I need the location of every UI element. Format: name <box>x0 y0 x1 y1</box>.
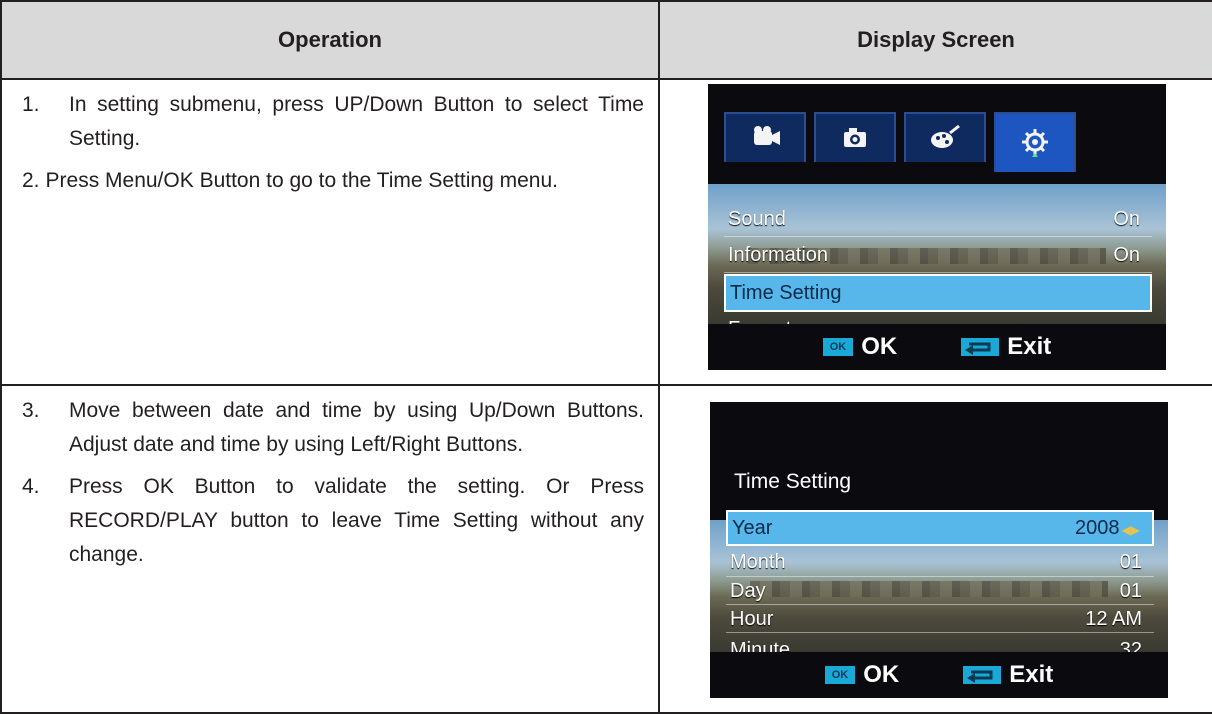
exit-hint: Exit <box>963 661 1053 689</box>
step-number: 4. <box>22 475 40 498</box>
settings-menu-screen: Sound On Information On Time Setting For… <box>708 84 1166 370</box>
time-row-year: Year 2008 ◀▶ <box>726 510 1154 546</box>
display-screen-header: Display Screen <box>658 0 1212 80</box>
time-row-value: 12 AM <box>1085 607 1142 630</box>
camera-mode-tab <box>814 112 896 162</box>
camera-icon <box>844 128 866 147</box>
header-row: Operation Display Screen <box>0 0 1212 80</box>
step-number: 1. <box>22 93 40 116</box>
return-icon <box>961 338 1000 356</box>
display-cell: Time Setting Year 2008 ◀▶ Month 01 Day 01… <box>658 384 1212 714</box>
ok-label: OK <box>861 333 898 360</box>
time-row-value: 01 <box>1119 550 1142 573</box>
time-setting-screen: Time Setting Year 2008 ◀▶ Month 01 Day 01… <box>710 402 1168 698</box>
step-item: 4. Press OK Button to validate the setti… <box>22 470 644 572</box>
ok-label: OK <box>863 661 900 688</box>
setting-tab <box>994 112 1076 172</box>
exit-hint: Exit <box>961 333 1051 361</box>
step-text: Move between date and time by using Up/D… <box>69 399 644 456</box>
time-row-label: Month <box>730 550 786 573</box>
time-row-month: Month 01 <box>726 548 1154 577</box>
movie-mode-tab <box>724 112 806 162</box>
gear-icon <box>1022 129 1048 157</box>
exit-label: Exit <box>1007 333 1052 360</box>
menu-tabs <box>724 112 1076 172</box>
table-row: 1. In setting submenu, press UP/Down But… <box>0 78 1212 386</box>
step-item: 2. Press Menu/OK Button to go to the Tim… <box>22 164 644 198</box>
screen-footer: OK OK Exit <box>708 324 1166 370</box>
menu-item-sound: Sound On <box>724 202 1152 237</box>
screen-footer: OK OK Exit <box>710 652 1168 698</box>
step-text: In setting submenu, press UP/Down Button… <box>69 93 644 150</box>
step-item: 3. Move between date and time by using U… <box>22 394 644 462</box>
instruction-table: Operation Display Screen 1. In setting s… <box>0 0 1212 714</box>
display-cell: Sound On Information On Time Setting For… <box>658 78 1212 386</box>
menu-item-label: Sound <box>728 207 786 230</box>
step-text: Press OK Button to validate the setting.… <box>69 475 644 566</box>
ok-button-icon: OK <box>822 338 854 356</box>
time-row-label: Hour <box>730 607 774 630</box>
time-row-label: Day <box>730 579 766 602</box>
step-number: 3. <box>22 399 40 422</box>
operation-cell: 3. Move between date and time by using U… <box>0 384 660 714</box>
menu-item-label: Time Setting <box>730 281 842 304</box>
table-row: 3. Move between date and time by using U… <box>0 384 1212 714</box>
menu-item-information: Information On <box>724 238 1152 273</box>
step-number: 2. <box>22 169 40 192</box>
menu-item-time-setting: Time Setting <box>724 274 1152 312</box>
step-item: 1. In setting submenu, press UP/Down But… <box>22 88 644 156</box>
ok-button-icon: OK <box>824 666 856 684</box>
time-row-value: 2008 <box>1075 516 1120 539</box>
screen-title: Time Setting <box>734 470 852 493</box>
ok-hint: OK OK <box>822 333 898 361</box>
movie-icon <box>754 126 780 145</box>
time-row-day: Day 01 <box>726 578 1154 605</box>
menu-item-label: Information <box>728 243 829 266</box>
menu-item-value: On <box>1113 207 1140 230</box>
time-row-label: Year <box>732 516 773 539</box>
operation-cell: 1. In setting submenu, press UP/Down But… <box>0 78 660 386</box>
time-row-value: 01 <box>1119 579 1142 602</box>
exit-label: Exit <box>1009 661 1054 688</box>
return-icon <box>963 666 1002 684</box>
effect-icon <box>931 124 960 148</box>
operation-header: Operation <box>0 0 660 80</box>
ok-hint: OK OK <box>824 661 900 689</box>
time-row-hour: Hour 12 AM <box>726 606 1154 633</box>
effect-tab <box>904 112 986 162</box>
menu-item-value: On <box>1113 243 1140 266</box>
left-right-arrows-icon: ◀▶ <box>1121 522 1140 537</box>
step-text: Press Menu/OK Button to go to the Time S… <box>45 169 558 192</box>
